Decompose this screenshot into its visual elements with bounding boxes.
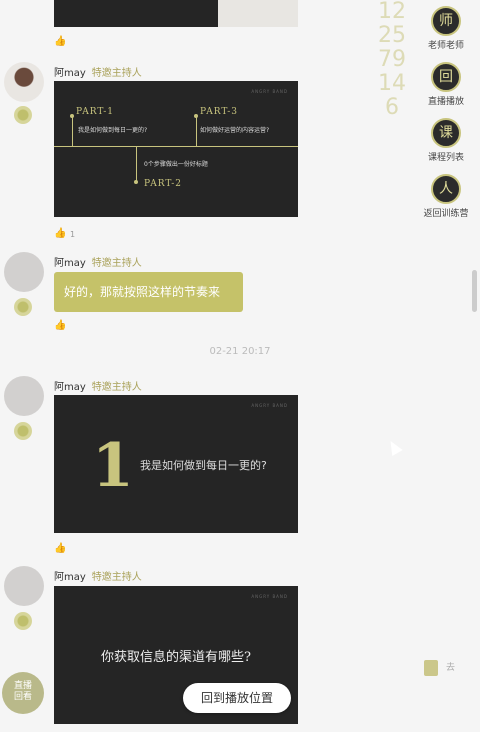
side-btn-label: 直播播放 xyxy=(427,97,464,107)
scrollbar[interactable] xyxy=(472,270,477,312)
like-icon[interactable]: 👍 xyxy=(54,228,66,240)
sender-name-row: 阿may 特邀主持人 xyxy=(54,64,142,79)
live-replay-badge[interactable]: 直播 回看 xyxy=(2,672,44,714)
timestamp: 02-21 20:17 xyxy=(209,346,271,357)
list-icon: 课 xyxy=(431,118,461,148)
slide-brand: ANGRY BAND xyxy=(251,594,288,599)
avatar[interactable] xyxy=(4,376,44,416)
sender-role: 特邀主持人 xyxy=(91,572,142,583)
camp-icon: 人 xyxy=(431,174,461,204)
play-icon: 回 xyxy=(431,62,461,92)
host-badge-icon xyxy=(14,106,32,124)
sender-name: 阿may xyxy=(54,572,86,583)
cursor-icon xyxy=(385,437,403,457)
timeline-dot xyxy=(134,180,138,184)
slide-photo xyxy=(218,0,298,27)
avatar[interactable] xyxy=(4,252,44,292)
cart-icon[interactable] xyxy=(424,660,438,676)
slide-question: 你获取信息的渠道有哪些? xyxy=(101,650,251,665)
like-icon[interactable]: 👍 xyxy=(54,36,66,48)
sender-role: 特邀主持人 xyxy=(91,68,142,79)
teacher-icon: 师 xyxy=(431,6,461,36)
timeline-connector xyxy=(196,116,197,146)
side-btn-label: 返回训练营 xyxy=(423,209,469,219)
part1-text: 我是如何做到每日一更的? xyxy=(78,127,148,134)
sender-name: 阿may xyxy=(54,382,86,393)
side-btn-label: 老师老师 xyxy=(427,41,464,51)
cart-label[interactable]: 去 xyxy=(446,660,455,673)
sender-role: 特邀主持人 xyxy=(91,382,142,393)
avatar[interactable] xyxy=(4,62,44,102)
part2-text: 0个步骤做出一份好标题 xyxy=(144,161,208,168)
timeline-slide[interactable]: ANGRY BAND PART-1 我是如何做到每日一更的? PART-3 如何… xyxy=(54,81,298,217)
live-badge-line2: 回看 xyxy=(13,692,32,702)
live-badge-line1: 直播 xyxy=(13,681,32,691)
return-to-playback-button[interactable]: 回到播放位置 xyxy=(183,683,291,713)
watermark-number: 122579146 xyxy=(378,0,406,120)
side-btn-courses[interactable]: 课 课程列表 xyxy=(406,118,480,163)
host-badge-icon xyxy=(14,612,32,630)
side-btn-teacher[interactable]: 师 老师老师 xyxy=(406,6,480,51)
avatar[interactable] xyxy=(4,566,44,606)
slide-number: 1 xyxy=(92,431,134,501)
side-btn-camp[interactable]: 人 返回训练营 xyxy=(406,174,480,219)
sender-role: 特邀主持人 xyxy=(91,258,142,269)
slide-brand: ANGRY BAND xyxy=(251,89,288,94)
like-icon[interactable]: 👍 xyxy=(54,543,66,555)
part1-label: PART-1 xyxy=(76,107,114,117)
part2-label: PART-2 xyxy=(144,179,182,189)
slide-brand: ANGRY BAND xyxy=(251,403,288,408)
sender-name-row: 阿may 特邀主持人 xyxy=(54,568,142,583)
timeline-line xyxy=(54,146,298,147)
like-icon[interactable]: 👍 xyxy=(54,320,66,332)
sender-name: 阿may xyxy=(54,258,86,269)
top-slide-partial[interactable] xyxy=(54,0,298,27)
side-btn-label: 课程列表 xyxy=(427,153,464,163)
sender-name: 阿may xyxy=(54,68,86,79)
timeline-dot xyxy=(70,114,74,118)
side-btn-live[interactable]: 回 直播播放 xyxy=(406,62,480,107)
timeline-connector xyxy=(136,146,137,182)
number-slide[interactable]: ANGRY BAND 1 我是如何做到每日一更的? xyxy=(54,395,298,533)
host-badge-icon xyxy=(14,298,32,316)
timeline-connector xyxy=(72,116,73,146)
part3-text: 如何做好运营的内容运营? xyxy=(200,127,270,134)
part3-label: PART-3 xyxy=(200,107,238,117)
timeline-dot xyxy=(194,114,198,118)
sender-name-row: 阿may 特邀主持人 xyxy=(54,378,142,393)
message-bubble[interactable]: 好的，那就按照这样的节奏来 xyxy=(54,272,243,312)
sender-name-row: 阿may 特邀主持人 xyxy=(54,254,142,269)
host-badge-icon xyxy=(14,422,32,440)
like-count: 1 xyxy=(70,230,76,239)
slide-title: 我是如何做到每日一更的? xyxy=(140,459,267,472)
